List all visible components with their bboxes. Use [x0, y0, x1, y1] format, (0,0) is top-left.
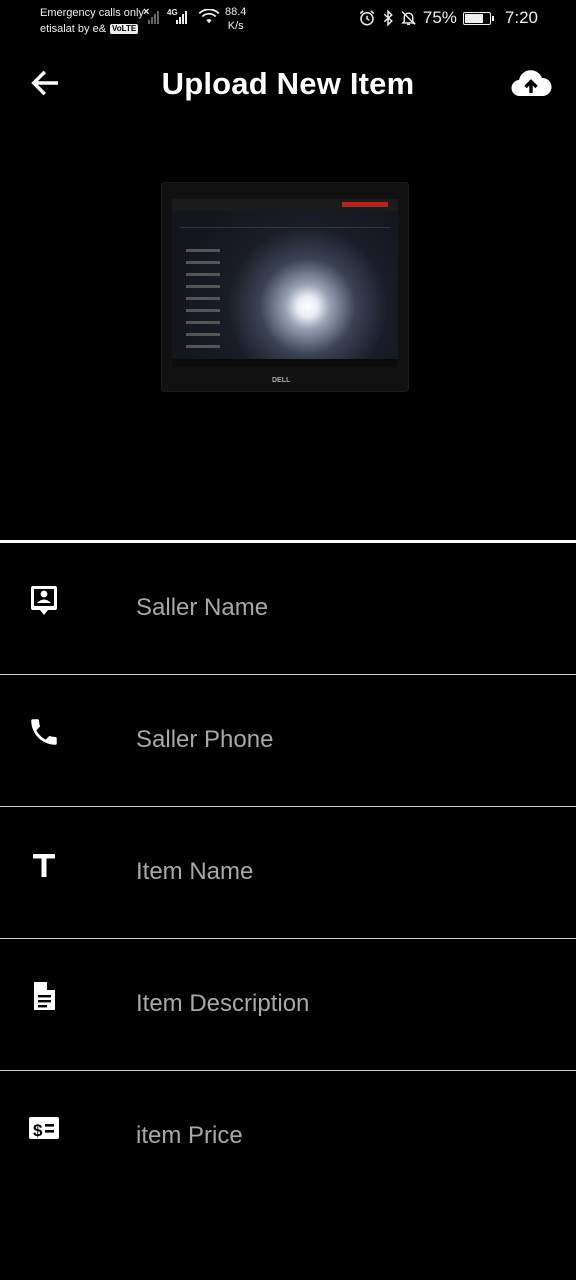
cloud-upload-icon — [511, 70, 552, 97]
status-right: 75% 7:20 — [358, 8, 538, 28]
clock: 7:20 — [504, 8, 538, 27]
carrier-line2: etisalat by e& — [40, 23, 107, 35]
item-form: $ — [0, 543, 576, 1203]
carrier-info: Emergency calls only etisalat by e& VoLTE — [40, 5, 144, 37]
photo-screen — [172, 199, 398, 367]
carrier-line1: Emergency calls only — [40, 7, 144, 19]
battery-icon — [462, 11, 494, 25]
status-bar: Emergency calls only etisalat by e& VoLTE… — [0, 0, 576, 40]
field-item-price: $ — [0, 1071, 576, 1203]
text-t-icon — [33, 854, 55, 877]
phone-icon — [31, 719, 57, 745]
item-photo[interactable]: DELL — [162, 183, 410, 393]
signal-strength-icon — [176, 8, 187, 24]
contact-badge-icon — [31, 586, 57, 615]
seller-phone-input[interactable] — [134, 715, 558, 765]
item-price-input[interactable] — [134, 1111, 558, 1161]
svg-text:$: $ — [33, 1121, 43, 1140]
field-seller-name — [0, 543, 576, 675]
document-icon — [34, 982, 55, 1010]
field-item-description — [0, 939, 576, 1071]
app-bar: Upload New Item — [0, 56, 576, 114]
battery-percent: 75% — [422, 8, 457, 27]
mute-bell-icon — [400, 11, 416, 26]
volte-badge: VoLTE — [110, 24, 139, 34]
upload-button[interactable] — [510, 66, 552, 102]
item-name-input[interactable] — [134, 847, 558, 897]
wifi-icon — [198, 9, 220, 24]
net-speed: 88.4 K/s — [225, 5, 246, 33]
signal-icon — [146, 8, 159, 24]
price-tag-icon: $ — [29, 1117, 59, 1140]
alarm-icon — [359, 10, 375, 26]
net-speed-value: 88.4 — [225, 6, 247, 18]
net-speed-unit: K/s — [227, 20, 244, 32]
page-title: Upload New Item — [161, 66, 415, 101]
battery-fill — [464, 13, 483, 23]
item-description-input[interactable] — [134, 979, 558, 1029]
photo-monitor: DELL — [162, 183, 408, 391]
field-seller-phone — [0, 675, 576, 807]
field-item-name — [0, 807, 576, 939]
seller-name-input[interactable] — [134, 583, 558, 633]
bluetooth-icon — [383, 9, 393, 27]
monitor-brand: DELL — [272, 377, 291, 384]
